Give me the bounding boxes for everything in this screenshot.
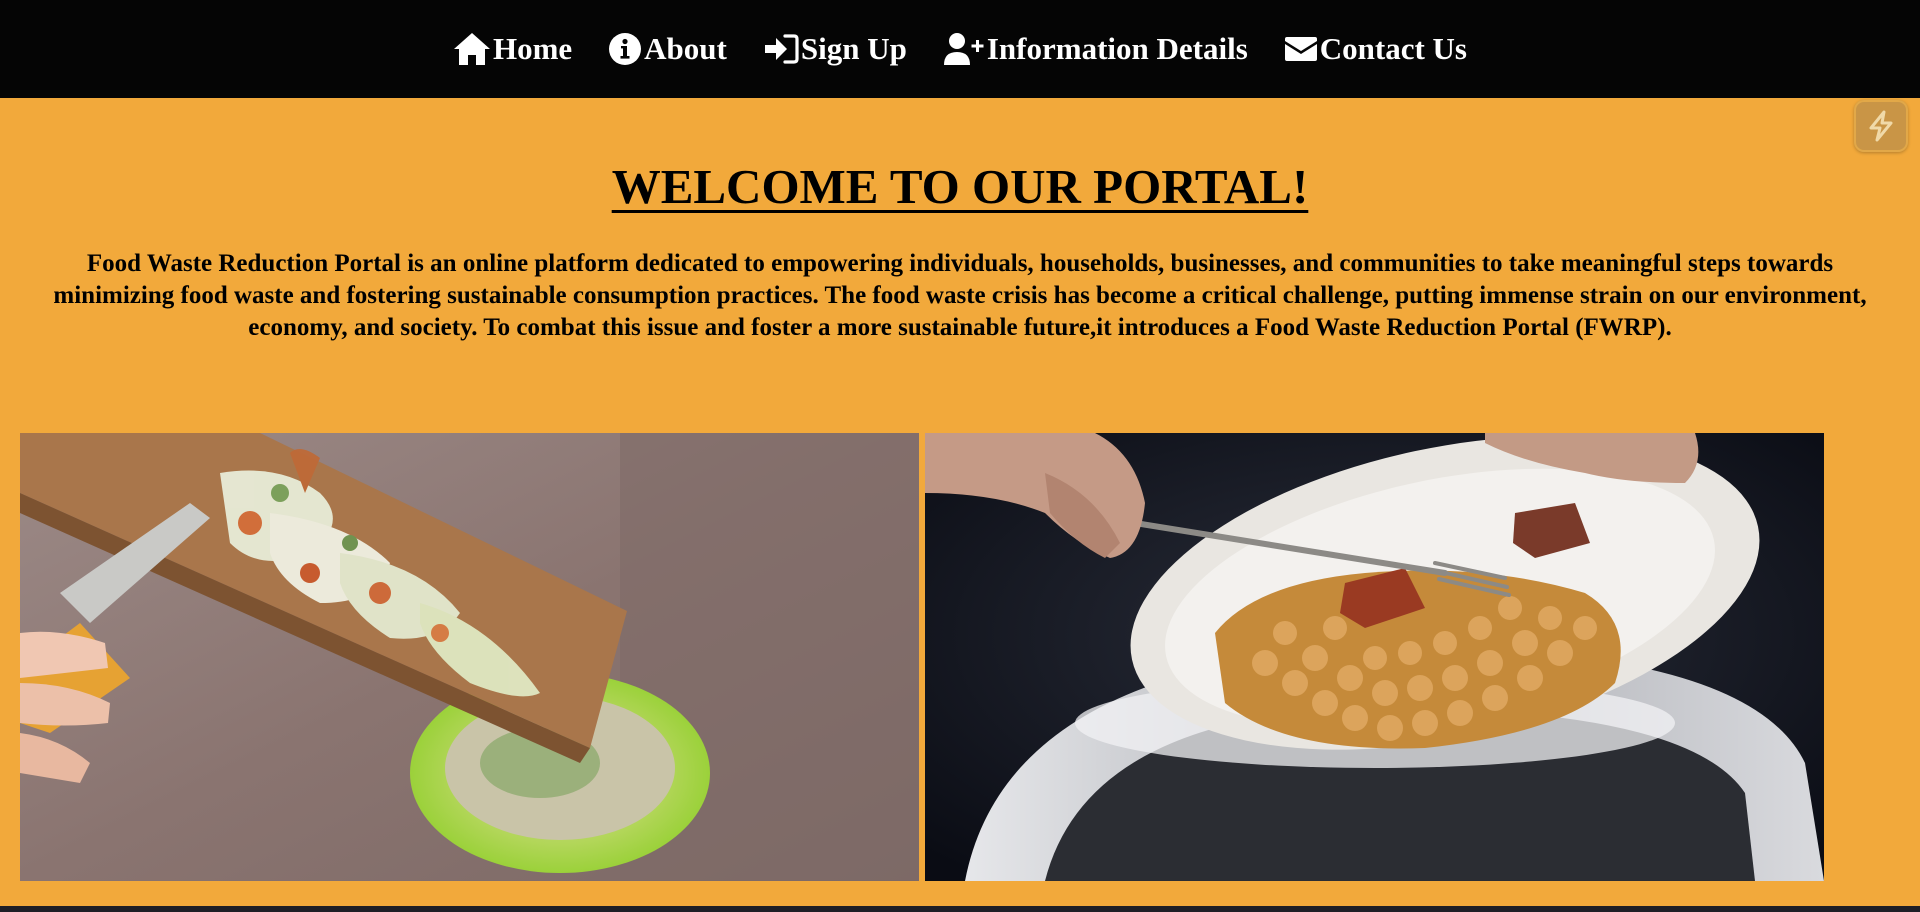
home-icon <box>453 33 490 65</box>
page-title: WELCOME TO OUR PORTAL! <box>611 159 1309 214</box>
footer-edge <box>0 906 1920 912</box>
sign-in-icon <box>764 34 799 64</box>
nav-contact-us-label: Contact Us <box>1319 31 1468 66</box>
plate-chickpeas-trash-image <box>925 433 1824 881</box>
nav-about[interactable]: About <box>608 31 727 67</box>
nav-information-details-label: Information Details <box>986 31 1248 66</box>
nav-sign-up[interactable]: Sign Up <box>763 31 907 67</box>
intro-paragraph: Food Waste Reduction Portal is an online… <box>53 250 1867 341</box>
cutting-board-food-scraps-image <box>20 433 919 881</box>
info-circle-icon <box>609 33 642 65</box>
nav-information-details[interactable]: Information Details <box>943 31 1248 67</box>
nav-sign-up-label: Sign Up <box>800 31 907 66</box>
main-content: WELCOME TO OUR PORTAL! Food Waste Reduct… <box>0 98 1920 912</box>
nav-home[interactable]: Home <box>453 31 572 67</box>
nav-about-label: About <box>644 31 727 66</box>
envelope-icon <box>1284 37 1317 61</box>
nav-home-label: Home <box>492 31 573 66</box>
nav-contact-us[interactable]: Contact Us <box>1284 31 1467 67</box>
top-navbar: Home About Sign Up Information Details C… <box>0 0 1920 98</box>
user-plus-icon <box>943 33 984 65</box>
